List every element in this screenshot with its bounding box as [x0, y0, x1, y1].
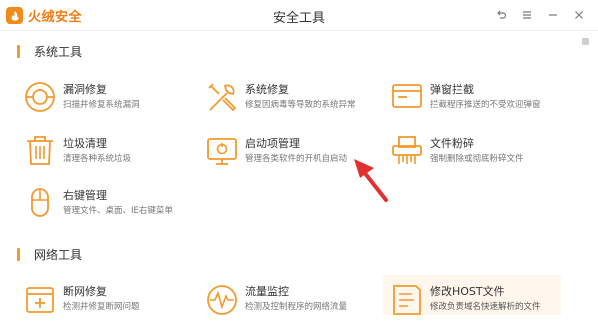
trash-cleanup-icon — [27, 136, 53, 165]
tool-context-menu[interactable]: 右键管理 管理文件、桌面、IE右键菜单 — [23, 186, 193, 230]
back-button[interactable] — [492, 6, 510, 24]
tool-name: 流量监控 — [245, 285, 289, 298]
tool-desc: 扫描并修复系统漏洞 — [63, 100, 140, 110]
tool-traffic-monitor[interactable]: 流量监控 检测及控制程序的网络流量 — [205, 282, 375, 326]
tool-startup-manager[interactable]: 启动项管理 管理各类软件的开机自启动 — [205, 134, 375, 178]
close-button[interactable] — [570, 6, 588, 24]
startup-manager-icon — [207, 138, 237, 165]
section-network-tools: 网络工具 — [17, 246, 82, 263]
tool-name: 启动项管理 — [245, 137, 300, 150]
tool-desc: 修改负责域名快速解析的文件 — [430, 302, 541, 312]
menu-icon — [523, 11, 531, 19]
section-accent-bar — [17, 248, 20, 261]
section-system-tools: 系统工具 — [17, 43, 82, 60]
title-bar: 火绒安全 安全工具 — [0, 0, 598, 31]
tool-name: 断网修复 — [63, 285, 107, 298]
host-file-icon — [393, 285, 421, 315]
tool-file-shredder[interactable]: 文件粉碎 强制删除或彻底粉碎文件 — [390, 134, 560, 178]
system-repair-icon — [208, 83, 237, 112]
file-shredder-icon — [392, 136, 422, 164]
back-icon — [497, 10, 507, 19]
tool-vulnerability-repair[interactable]: 漏洞修复 扫描并修复系统漏洞 — [23, 80, 193, 124]
tool-host-file[interactable]: 修改HOST文件 修改负责域名快速解析的文件 — [383, 275, 561, 315]
tool-desc: 管理文件、桌面、IE右键菜单 — [63, 206, 173, 216]
tool-trash-cleanup[interactable]: 垃圾清理 清理各种系统垃圾 — [23, 134, 193, 178]
network-repair-icon — [26, 287, 54, 313]
section-accent-bar — [17, 45, 20, 58]
tool-desc: 强制删除或彻底粉碎文件 — [430, 154, 524, 164]
tool-desc: 清理各种系统垃圾 — [63, 154, 132, 164]
tool-name: 修改HOST文件 — [430, 285, 505, 298]
menu-button[interactable] — [518, 6, 536, 24]
tool-desc: 管理各类软件的开机自启动 — [245, 154, 348, 164]
tool-desc: 检测并修复断网问题 — [63, 302, 140, 312]
tool-name: 垃圾清理 — [63, 137, 107, 150]
scrollbar-thumb[interactable] — [582, 38, 589, 45]
tool-desc: 检测及控制程序的网络流量 — [245, 302, 348, 312]
tool-name: 弹窗拦截 — [430, 83, 474, 96]
tool-network-repair[interactable]: 断网修复 检测并修复断网问题 — [23, 282, 193, 326]
tool-name: 右键管理 — [63, 189, 107, 202]
tool-desc: 修复因病毒等导致的系统异常 — [245, 100, 356, 110]
minimize-button[interactable] — [544, 6, 562, 24]
close-icon — [575, 11, 583, 19]
popup-block-icon — [392, 84, 422, 108]
tool-name: 文件粉碎 — [430, 137, 474, 150]
section-title: 网络工具 — [34, 248, 83, 262]
minimize-icon — [549, 14, 557, 16]
traffic-monitor-icon — [207, 285, 237, 315]
section-title: 系统工具 — [34, 45, 83, 59]
tool-system-repair[interactable]: 系统修复 修复因病毒等导致的系统异常 — [205, 80, 375, 124]
vulnerability-repair-icon — [25, 82, 55, 112]
context-menu-icon — [31, 188, 49, 217]
tool-name: 系统修复 — [245, 83, 289, 96]
tool-popup-block[interactable]: 弹窗拦截 拦截程序推送的不受欢迎弹窗 — [390, 80, 560, 124]
window-controls — [492, 6, 588, 24]
tool-name: 漏洞修复 — [63, 83, 107, 96]
annotation-arrow-icon — [354, 159, 388, 202]
tool-desc: 拦截程序推送的不受欢迎弹窗 — [430, 100, 541, 110]
